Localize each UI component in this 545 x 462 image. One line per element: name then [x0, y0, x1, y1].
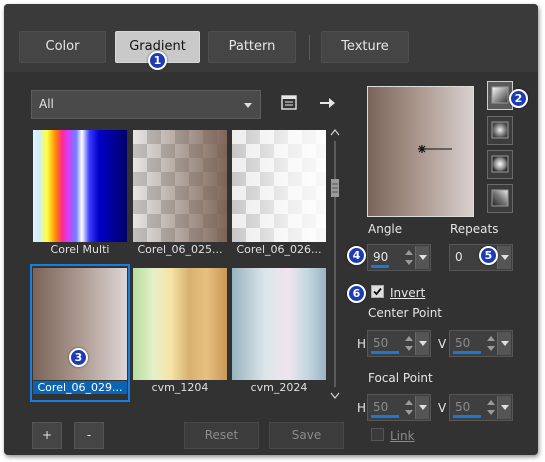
gradient-name: Corel Multi [50, 243, 110, 256]
callout-badge-4: 4 [347, 246, 366, 265]
category-dropdown[interactable]: All [31, 90, 261, 119]
center-v-spinbox[interactable]: 50 [449, 330, 513, 357]
focal-v-spinbox[interactable]: 50 [449, 394, 513, 421]
link-label[interactable]: Link [390, 429, 415, 443]
chevron-down-icon[interactable] [415, 396, 429, 419]
gradient-name: Corel_06_026... [236, 243, 322, 256]
gallery-scrollbar[interactable] [329, 127, 341, 402]
link-checkbox[interactable] [371, 428, 384, 441]
chevron-down-icon[interactable] [497, 332, 511, 355]
repeats-value: 0 [455, 250, 463, 264]
save-button[interactable]: Save [269, 422, 344, 449]
focal-h-label: H [357, 401, 367, 415]
center-v-fill [453, 351, 481, 354]
center-point-label: Center Point [368, 306, 442, 320]
invert-checkbox[interactable] [371, 285, 384, 298]
spin-arrows-icon[interactable] [486, 334, 496, 354]
tab-texture[interactable]: Texture [321, 31, 409, 63]
rectangular-gradient-button[interactable] [487, 116, 513, 145]
chevron-down-icon[interactable] [497, 396, 511, 419]
focal-v-label: V [438, 401, 447, 415]
callout-badge-2: 2 [509, 89, 528, 108]
chevron-down-icon[interactable] [415, 246, 429, 269]
focal-point-label: Focal Point [368, 371, 433, 385]
gradient-preview[interactable] [367, 86, 474, 217]
angle-label: Angle [368, 222, 403, 236]
center-h-fill [371, 351, 399, 354]
center-v-label: V [438, 337, 447, 351]
category-dropdown-value: All [39, 97, 54, 111]
focal-h-fill [371, 415, 399, 418]
radial-gradient-button[interactable] [487, 184, 513, 213]
callout-badge-5: 5 [479, 246, 498, 265]
focal-h-value: 50 [373, 400, 389, 414]
spin-arrows-icon[interactable] [486, 398, 496, 418]
chevron-down-icon[interactable] [497, 246, 511, 269]
invert-label[interactable]: Invert [390, 286, 425, 300]
selection-highlight [30, 264, 130, 402]
angle-spinbox[interactable]: 90 [367, 244, 431, 271]
spin-arrows-icon[interactable] [404, 398, 414, 418]
add-gradient-button[interactable]: + [32, 422, 62, 449]
chevron-down-icon [244, 103, 252, 108]
repeats-label: Repeats [450, 222, 499, 236]
gradient-thumb-cvm-1204[interactable]: cvm_1204 [133, 268, 227, 394]
chevron-down-icon[interactable] [415, 332, 429, 355]
gradient-thumb-corel-multi[interactable]: Corel Multi [33, 130, 127, 256]
center-v-value: 50 [455, 336, 471, 350]
tab-color[interactable]: Color [19, 31, 106, 63]
gradient-thumb-corel-06-026[interactable]: Corel_06_026... [232, 130, 326, 256]
callout-badge-3: 3 [69, 348, 88, 367]
focal-h-spinbox[interactable]: 50 [367, 394, 431, 421]
focal-v-value: 50 [455, 400, 471, 414]
focal-v-fill [453, 415, 481, 418]
reset-button[interactable]: Reset [184, 422, 259, 449]
callout-badge-1: 1 [148, 51, 167, 70]
center-h-value: 50 [373, 336, 389, 350]
gradient-name: cvm_2024 [250, 381, 308, 394]
tab-pattern[interactable]: Pattern [208, 31, 296, 63]
gradient-name: cvm_1204 [151, 381, 209, 394]
angle-slider-fill [371, 265, 389, 268]
gradient-thumb-cvm-2024[interactable]: cvm_2024 [232, 268, 326, 394]
center-h-label: H [357, 337, 367, 351]
gradient-editor-icon[interactable] [280, 94, 298, 112]
callout-badge-6: 6 [347, 284, 366, 303]
gradient-thumb-corel-06-025[interactable]: Corel_06_025... [133, 130, 227, 256]
arrow-right-icon[interactable] [318, 94, 336, 112]
sunburst-gradient-button[interactable] [487, 150, 513, 179]
remove-gradient-button[interactable]: - [74, 422, 104, 449]
spin-arrows-icon[interactable] [404, 248, 414, 268]
center-h-spinbox[interactable]: 50 [367, 330, 431, 357]
spin-arrows-icon[interactable] [404, 334, 414, 354]
angle-value: 90 [373, 250, 389, 264]
tab-separator [309, 35, 310, 60]
gradient-name: Corel_06_025... [137, 243, 223, 256]
